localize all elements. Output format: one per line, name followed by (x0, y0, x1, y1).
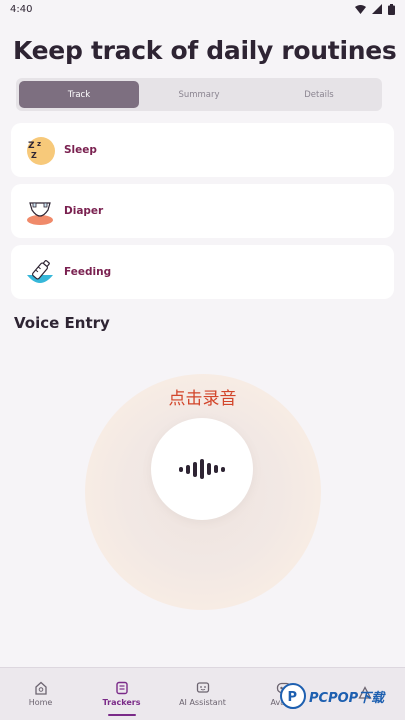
tab-track[interactable]: Track (19, 81, 139, 108)
battery-icon (388, 3, 395, 15)
status-time: 4:40 (10, 3, 33, 15)
nav-label-home: Home (28, 698, 53, 707)
svg-text:z: z (37, 140, 41, 148)
tracker-card-diaper[interactable]: Diaper (11, 184, 394, 238)
nav-trackers[interactable]: Trackers (81, 668, 162, 720)
tracker-label-feeding: Feeding (64, 266, 112, 278)
nav-ai-assistant[interactable]: AI Assistant (162, 668, 243, 720)
record-button[interactable] (151, 418, 253, 520)
svg-text:Z: Z (31, 151, 37, 160)
nav-label-ai-assistant: AI Assistant (179, 698, 226, 707)
tab-details[interactable]: Details (259, 81, 379, 108)
watermark: P PCPOP下载 (280, 683, 384, 709)
sleep-icon: Z z Z (25, 135, 55, 165)
segmented-tabs: Track Summary Details (16, 78, 382, 111)
home-icon (34, 681, 47, 695)
nav-label-trackers: Trackers (102, 698, 141, 707)
tab-summary[interactable]: Summary (139, 81, 259, 108)
tracker-label-diaper: Diaper (64, 205, 104, 217)
sound-wave-icon (179, 459, 225, 479)
status-bar: 4:40 (0, 0, 405, 18)
watermark-text: PCPOP下载 (309, 690, 385, 706)
signal-icon (372, 4, 382, 14)
trackers-icon (115, 681, 128, 695)
record-prompt: 点击录音 (168, 389, 237, 409)
tracker-card-feeding[interactable]: Feeding (11, 245, 394, 299)
svg-text:Z: Z (28, 141, 35, 151)
page-title: Keep track of daily routines (13, 36, 397, 65)
watermark-logo-icon: P (280, 683, 306, 709)
svg-text:P: P (288, 690, 298, 705)
voice-entry-title: Voice Entry (14, 314, 110, 332)
feeding-bottle-icon (25, 257, 55, 287)
nav-home[interactable]: Home (0, 668, 81, 720)
tracker-card-sleep[interactable]: Z z Z Sleep (11, 123, 394, 177)
diaper-icon (25, 196, 55, 226)
ai-assistant-icon (196, 682, 209, 693)
tracker-label-sleep: Sleep (64, 144, 97, 156)
wifi-icon (355, 5, 366, 14)
